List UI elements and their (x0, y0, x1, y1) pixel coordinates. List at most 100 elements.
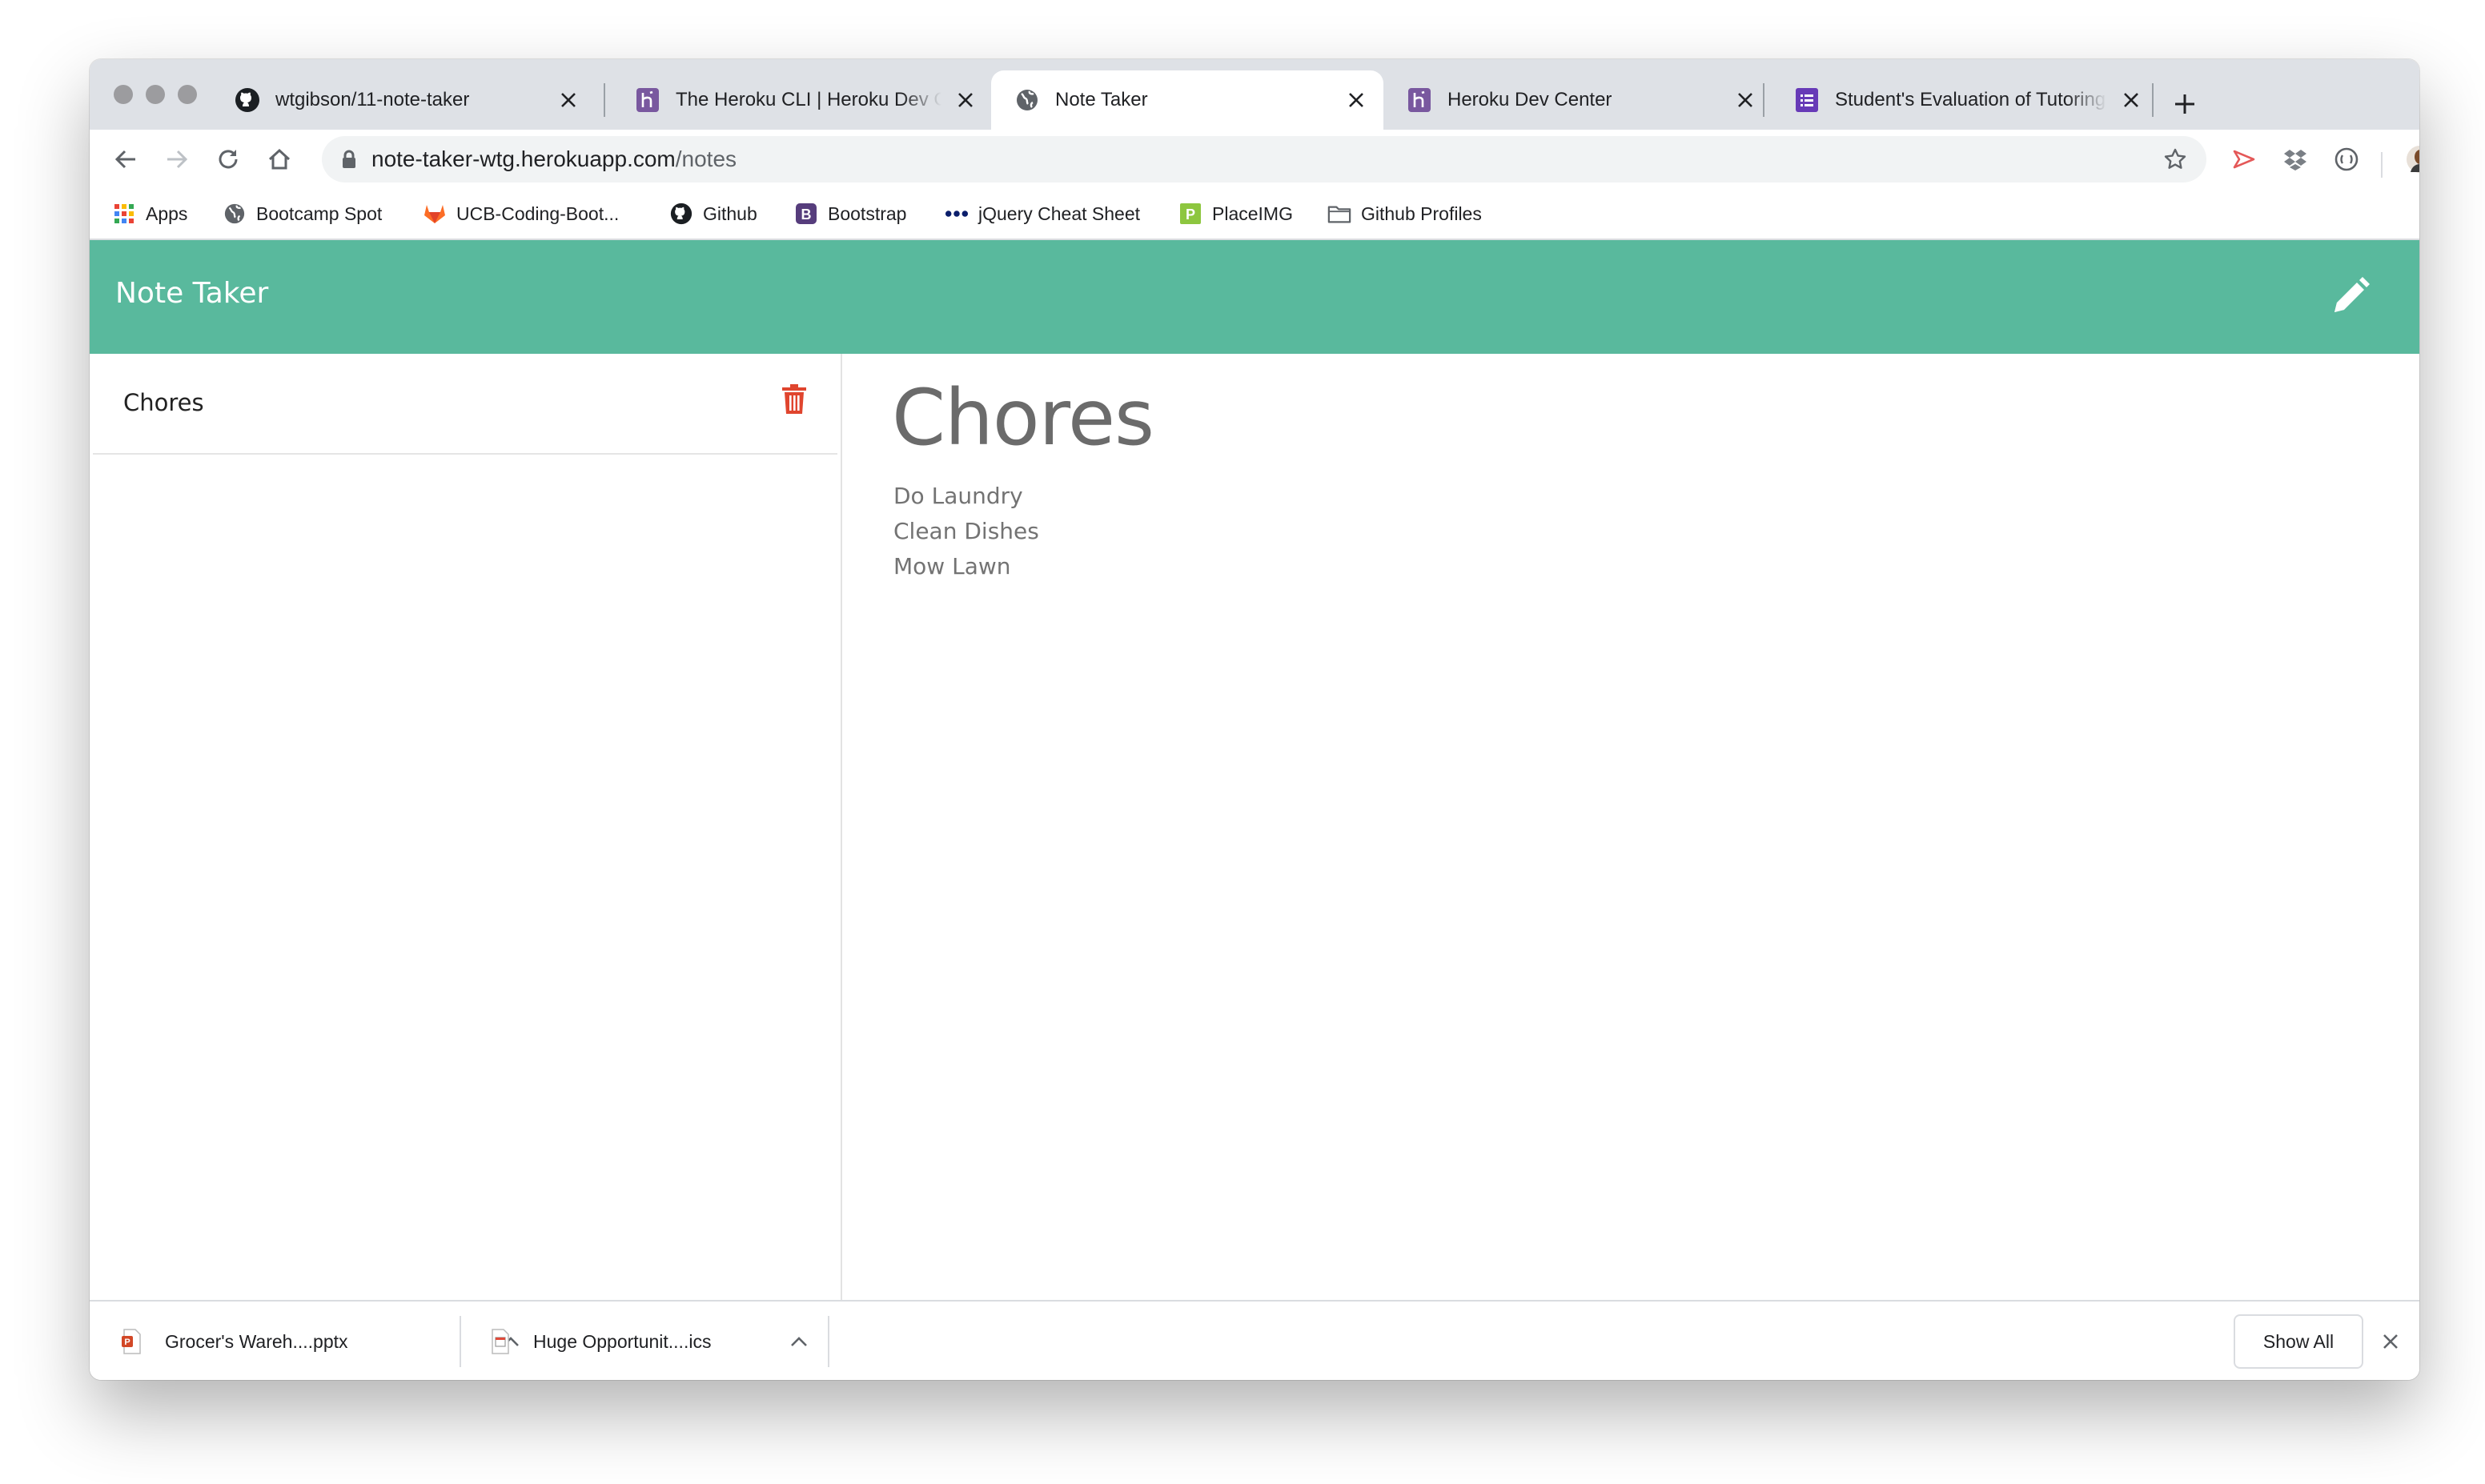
tab-title: Heroku Dev Center (1447, 89, 1612, 110)
browser-window: wtgibson/11-note-taker The Heroku CLI | … (90, 59, 2419, 1380)
url-text: note-taker-wtg.herokuapp.com/notes (371, 146, 737, 173)
bookmark-label: UCB-Coding-Boot... (456, 203, 620, 224)
profile-avatar[interactable] (2400, 139, 2419, 179)
download-separator (460, 1316, 461, 1367)
extension-cast-icon[interactable] (2224, 139, 2264, 179)
extension-circle-icon[interactable] (2326, 139, 2367, 179)
globe-icon (1014, 86, 1041, 114)
bookmark-label: PlaceIMG (1212, 203, 1293, 224)
delete-note-button[interactable] (777, 381, 812, 418)
window-zoom-dot[interactable] (178, 85, 197, 104)
app-title[interactable]: Note Taker (115, 277, 268, 310)
bookmark-label: Bootstrap (828, 203, 907, 224)
form-icon (1793, 86, 1821, 114)
bookmark-ucb-coding-boot[interactable]: UCB-Coding-Boot... (423, 199, 619, 229)
list-item[interactable]: Chores (93, 354, 837, 455)
tab-github-note-taker[interactable]: wtgibson/11-note-taker (211, 70, 596, 130)
home-icon (268, 148, 291, 170)
plus-icon (2175, 94, 2194, 114)
github-icon (669, 202, 693, 226)
window-close-dot[interactable] (114, 85, 133, 104)
trash-icon (782, 384, 806, 414)
download-shelf: P Grocer's Wareh....pptx Huge Opportunit… (90, 1300, 2419, 1380)
bookmarks-bar: Apps Bootcamp Spot UCB-Coding-Boot... Gi… (90, 189, 2419, 240)
close-icon[interactable] (552, 84, 584, 116)
notes-list: Chores (90, 354, 842, 1300)
window-minimize-dot[interactable] (146, 85, 165, 104)
arrow-right-icon (167, 150, 188, 169)
tab-heroku-cli[interactable]: The Heroku CLI | Heroku Dev Center (612, 70, 993, 130)
tab-separator (1763, 83, 1764, 117)
app-navbar: Note Taker (90, 240, 2419, 354)
tab-heroku-dev-center[interactable]: Heroku Dev Center (1383, 70, 1772, 130)
bookmark-github[interactable]: Github (669, 199, 757, 229)
ics-file-icon (488, 1328, 512, 1355)
download-filename: Grocer's Wareh....pptx (165, 1330, 348, 1352)
dropbox-icon[interactable] (2275, 139, 2315, 179)
apps-grid-icon (112, 202, 136, 226)
tab-title: wtgibson/11-note-taker (275, 89, 470, 110)
tab-strip: wtgibson/11-note-taker The Heroku CLI | … (90, 59, 2419, 130)
bootstrap-icon: B (794, 202, 818, 226)
placeimg-icon: P (1178, 202, 1202, 226)
new-note-button[interactable] (2326, 272, 2375, 320)
note-list-title: Chores (123, 389, 204, 416)
home-button[interactable] (259, 139, 299, 179)
note-editor: Chores Do Laundry Clean Dishes Mow Lawn (842, 354, 2419, 1300)
note-title-input[interactable]: Chores (892, 373, 1154, 463)
download-separator (828, 1316, 829, 1367)
browser-toolbar: note-taker-wtg.herokuapp.com/notes (90, 130, 2419, 189)
reload-icon (219, 150, 238, 169)
tab-student-evaluation[interactable]: Student's Evaluation of Tutoring (1771, 70, 2158, 130)
bookmark-label: Github Profiles (1361, 203, 1482, 224)
url-path: /notes (675, 146, 737, 171)
note-line: Mow Lawn (893, 553, 1011, 580)
pptx-file-icon: P (120, 1328, 144, 1355)
close-icon[interactable] (2375, 1326, 2407, 1358)
close-icon[interactable] (1729, 84, 1761, 116)
bookmark-github-profiles[interactable]: Github Profiles (1327, 199, 1482, 229)
tab-note-taker[interactable]: Note Taker (991, 70, 1383, 130)
github-icon (234, 86, 261, 114)
reload-button[interactable] (208, 139, 248, 179)
gitlab-icon (423, 202, 447, 226)
note-line: Do Laundry (893, 483, 1023, 509)
bookmark-star-icon[interactable] (2163, 147, 2187, 175)
bookmark-bootcamp-spot[interactable]: Bootcamp Spot (223, 199, 382, 229)
bookmark-label: Bootcamp Spot (256, 203, 383, 224)
heroku-icon (1406, 86, 1433, 114)
bookmark-apps[interactable]: Apps (112, 199, 187, 229)
bookmark-jquery-cheat-sheet[interactable]: jQuery Cheat Sheet (945, 199, 1140, 229)
close-icon[interactable] (949, 84, 982, 116)
tab-title: Note Taker (1055, 89, 1148, 110)
bookmark-bootstrap[interactable]: B Bootstrap (794, 199, 906, 229)
svg-text:B: B (801, 207, 812, 223)
toolbar-divider (2381, 152, 2383, 178)
lock-icon[interactable] (341, 150, 357, 173)
tab-separator (2152, 83, 2154, 117)
chevron-up-icon[interactable] (783, 1326, 815, 1358)
bookmark-placeimg[interactable]: P PlaceIMG (1178, 199, 1293, 229)
tab-title: The Heroku CLI | Heroku Dev Center (676, 89, 941, 110)
bookmark-label: jQuery Cheat Sheet (978, 203, 1141, 224)
forward-button[interactable] (157, 139, 197, 179)
close-icon[interactable] (2115, 84, 2147, 116)
globe-icon (223, 202, 247, 226)
address-bar[interactable]: note-taker-wtg.herokuapp.com/notes (322, 136, 2206, 182)
new-tab-button[interactable] (2165, 86, 2205, 122)
svg-text:P: P (1186, 207, 1195, 223)
close-icon[interactable] (1340, 84, 1372, 116)
bookmark-label: Github (703, 203, 757, 224)
tab-title: Student's Evaluation of Tutoring (1835, 89, 2106, 110)
note-line: Clean Dishes (893, 518, 1039, 544)
tab-separator (604, 83, 605, 117)
heroku-icon (634, 86, 661, 114)
back-button[interactable] (106, 139, 146, 179)
download-item[interactable]: Huge Opportunit....ics (488, 1302, 857, 1380)
dots-icon (945, 202, 969, 226)
note-text-area[interactable]: Do Laundry Clean Dishes Mow Lawn (893, 479, 1039, 584)
svg-text:P: P (124, 1338, 130, 1347)
pencil-icon (2334, 277, 2370, 312)
show-all-downloads-button[interactable]: Show All (2234, 1314, 2363, 1369)
url-host: note-taker-wtg.herokuapp.com (371, 146, 676, 171)
